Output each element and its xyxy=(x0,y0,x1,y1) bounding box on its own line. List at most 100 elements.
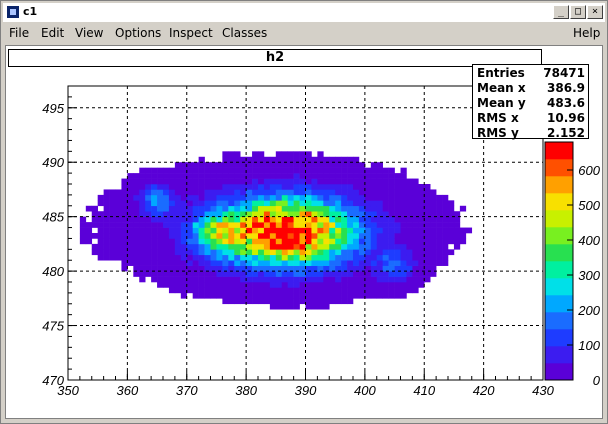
stats-value: 10.96 xyxy=(547,111,585,125)
heatmap-cell xyxy=(424,238,431,245)
heatmap-cell xyxy=(246,238,253,245)
heatmap-cell xyxy=(406,254,413,261)
maximize-button[interactable]: □ xyxy=(570,5,586,19)
heatmap-cell xyxy=(151,216,158,223)
heatmap-cell xyxy=(91,211,98,217)
heatmap-cell xyxy=(228,298,235,305)
heatmap-cell xyxy=(168,233,176,239)
heatmap-cell xyxy=(453,211,461,217)
minimize-button[interactable]: _ xyxy=(553,5,569,19)
heatmap-cell xyxy=(329,184,336,190)
heatmap-cell xyxy=(406,216,413,223)
heatmap-cell xyxy=(311,173,318,179)
heatmap-cell xyxy=(198,276,205,283)
heatmap-cell xyxy=(287,233,294,239)
heatmap-cell xyxy=(263,227,271,234)
menu-options[interactable]: Options xyxy=(115,26,161,40)
heatmap-cell xyxy=(335,287,342,294)
heatmap-cell xyxy=(121,194,128,201)
heatmap-cell xyxy=(121,222,128,228)
heatmap-cell xyxy=(216,254,223,261)
heatmap-cell xyxy=(192,249,199,256)
heatmap-cell xyxy=(317,227,324,234)
heatmap-cell xyxy=(210,216,217,223)
heatmap-cell xyxy=(364,200,372,207)
heatmap-cell xyxy=(157,211,164,217)
heatmap-cell xyxy=(234,243,241,250)
heatmap-cell xyxy=(400,249,407,256)
heatmap-cell xyxy=(418,265,425,272)
heatmap-cell xyxy=(293,303,300,310)
heatmap-cell xyxy=(424,254,431,261)
heatmap-cell xyxy=(216,282,223,288)
heatmap-cell xyxy=(163,265,170,272)
heatmap-cell xyxy=(263,194,271,201)
heatmap-cell xyxy=(317,287,324,294)
heatmap-cell xyxy=(139,260,146,266)
canvas[interactable]: 350 360 370 380 390 400 410 420 430 470 475 480 485 4… xyxy=(5,45,603,419)
heatmap-cell xyxy=(305,298,312,305)
heatmap-cell xyxy=(275,282,283,288)
heatmap-cell xyxy=(269,216,277,223)
heatmap-cell xyxy=(210,282,217,288)
heatmap-cell xyxy=(228,282,235,288)
menu-help[interactable]: Help xyxy=(573,26,600,40)
heatmap-cell xyxy=(228,178,235,185)
heatmap-cell xyxy=(418,254,425,261)
heatmap-cell xyxy=(406,211,413,217)
stats-label: Mean y xyxy=(477,96,526,110)
heatmap-cell xyxy=(275,222,283,228)
menu-classes[interactable]: Classes xyxy=(222,26,267,40)
heatmap-cell xyxy=(400,238,407,245)
heatmap-cell xyxy=(394,243,401,250)
heatmap-cell xyxy=(180,254,188,261)
heatmap-cell xyxy=(234,227,241,234)
heatmap-cell xyxy=(252,216,259,223)
heatmap-cell xyxy=(370,162,378,168)
heatmap-cell xyxy=(204,200,211,207)
heatmap-cell xyxy=(442,249,449,256)
heatmap-cell xyxy=(180,227,188,234)
heatmap-cell xyxy=(442,194,449,201)
heatmap-cell xyxy=(388,189,395,196)
heatmap-cell xyxy=(353,243,360,250)
heatmap-cell xyxy=(157,282,164,288)
heatmap-cell xyxy=(186,233,193,239)
heatmap-cell xyxy=(263,184,271,190)
menu-edit[interactable]: Edit xyxy=(41,26,64,40)
heatmap-cell xyxy=(210,292,217,299)
menu-file[interactable]: File xyxy=(9,26,29,40)
heatmap-cell xyxy=(163,227,170,234)
title-bar[interactable]: c1 _ □ × xyxy=(3,3,605,22)
heatmap-cell xyxy=(287,222,294,228)
heatmap-cell xyxy=(97,222,104,228)
heatmap-cell xyxy=(370,287,378,294)
heatmap-cell xyxy=(168,227,176,234)
heatmap-cell xyxy=(293,194,300,201)
heatmap-cell xyxy=(216,200,223,207)
heatmap-cell xyxy=(347,243,354,250)
menu-view[interactable]: View xyxy=(75,26,103,40)
heatmap-cell xyxy=(412,249,419,256)
heatmap-cell xyxy=(347,287,354,294)
heatmap-cell xyxy=(400,205,407,212)
heatmap-cell xyxy=(151,276,158,283)
heatmap-cell xyxy=(311,156,318,163)
heatmap-cell xyxy=(394,194,401,201)
heatmap-cell xyxy=(341,243,348,250)
heatmap-cell xyxy=(424,265,431,272)
heatmap-cell xyxy=(341,173,348,179)
heatmap-cell xyxy=(347,254,354,261)
close-button[interactable]: × xyxy=(587,5,603,19)
heatmap-cell xyxy=(263,189,271,196)
heatmap-cell xyxy=(168,205,176,212)
heatmap-cell xyxy=(370,238,378,245)
heatmap-cell xyxy=(287,205,294,212)
heatmap-cell xyxy=(198,265,205,272)
heatmap-cell xyxy=(400,287,407,294)
heatmap-cell xyxy=(186,216,193,223)
menu-inspect[interactable]: Inspect xyxy=(169,26,213,40)
heatmap-cell xyxy=(275,292,283,299)
heatmap-cell xyxy=(192,222,199,228)
heatmap-cell xyxy=(186,265,193,272)
